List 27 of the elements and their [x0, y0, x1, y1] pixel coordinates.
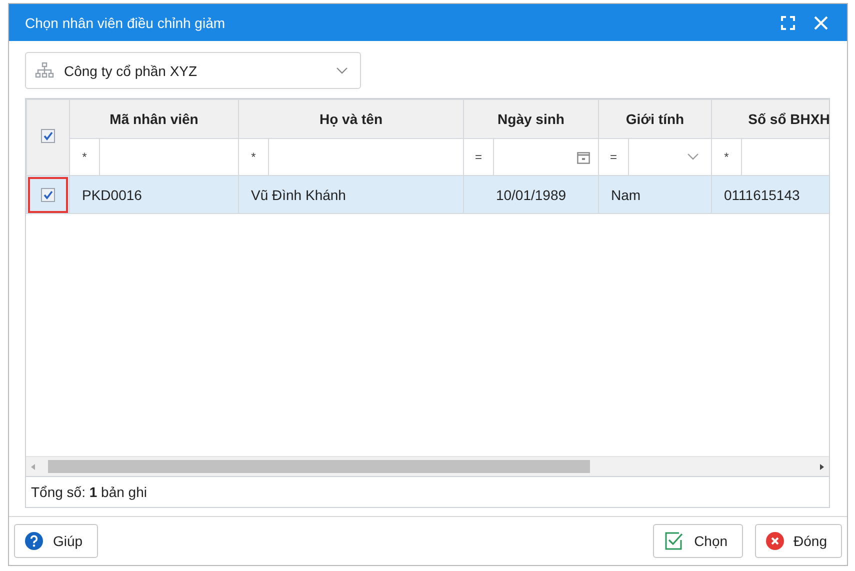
- close-icon: [766, 532, 784, 550]
- choose-button[interactable]: Chọn: [653, 524, 743, 558]
- horizontal-scrollbar[interactable]: [26, 456, 829, 476]
- close-icon[interactable]: [813, 14, 829, 30]
- help-button[interactable]: Giúp: [14, 524, 98, 558]
- company-dropdown[interactable]: Công ty cổ phần XYZ: [25, 52, 361, 89]
- close-button[interactable]: Đóng: [754, 524, 842, 558]
- checkbox[interactable]: [41, 188, 55, 202]
- column-header[interactable]: Họ và tên: [238, 100, 464, 138]
- table-cell: Nam: [611, 186, 641, 202]
- table-row[interactable]: PKD0016 Vũ Đình Khánh 10/01/1989 Nam 0111615143: [26, 176, 829, 214]
- column-header[interactable]: Ngày sinh: [464, 100, 598, 138]
- chevron-down-icon[interactable]: [336, 66, 348, 74]
- org-chart-icon: [35, 62, 54, 79]
- record-count: Tổng số: 1 bản ghi: [31, 484, 147, 500]
- column-header[interactable]: Số sổ BHXH: [712, 100, 829, 138]
- help-icon: [25, 532, 43, 550]
- table-cell: Vũ Đình Khánh: [251, 186, 346, 202]
- table-cell: PKD0016: [82, 186, 142, 202]
- table-cell: 0111615143: [724, 186, 800, 202]
- checkmark-icon: [664, 531, 684, 551]
- maximize-icon[interactable]: [781, 16, 795, 30]
- column-header[interactable]: Mã nhân viên: [70, 100, 238, 138]
- table-cell: 10/01/1989: [496, 186, 566, 202]
- window-title: Chọn nhân viên điều chỉnh giảm: [25, 14, 226, 30]
- column-header[interactable]: Giới tính: [598, 100, 712, 138]
- checkbox[interactable]: [41, 129, 55, 143]
